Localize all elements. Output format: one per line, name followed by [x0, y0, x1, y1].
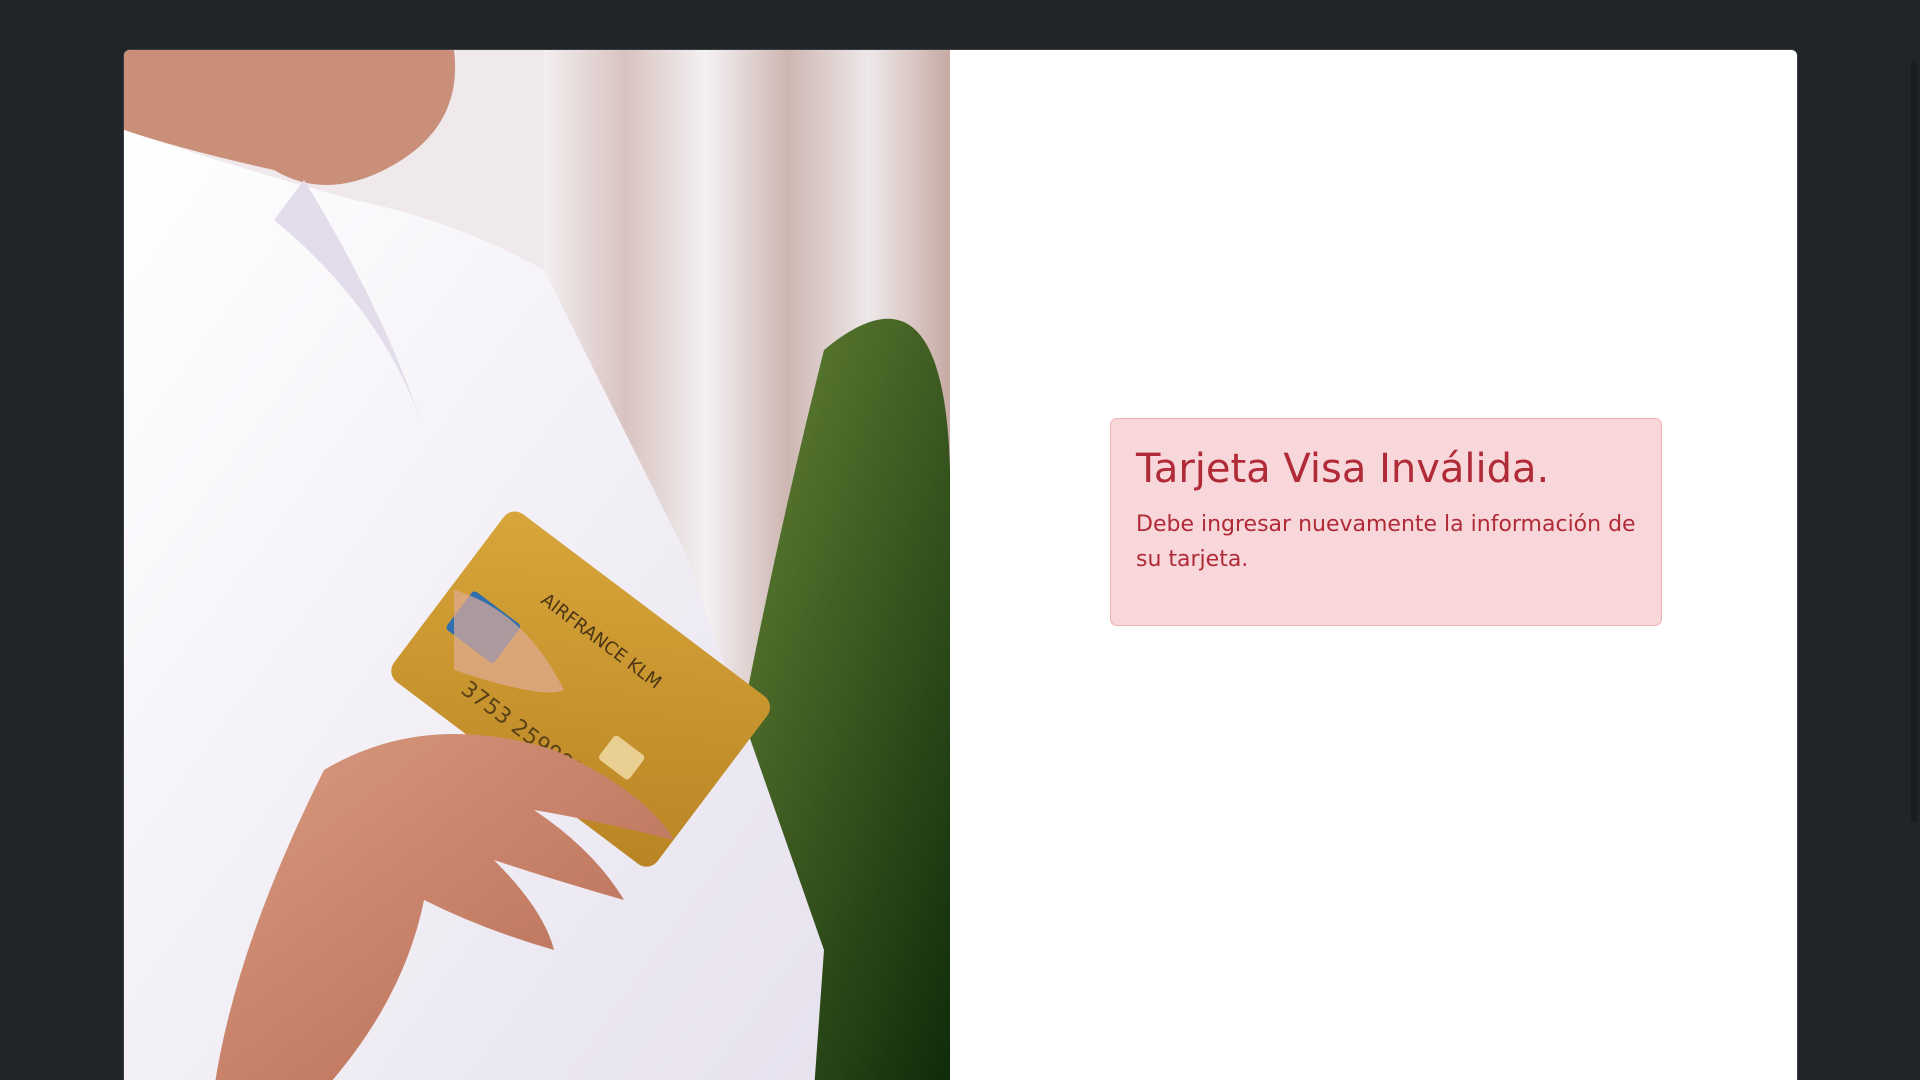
page: AIRFRANCE KLM 3753 259993 500 Tarjeta Vi… — [0, 0, 1920, 1080]
scrollbar-thumb[interactable] — [1911, 60, 1917, 822]
main-card: AIRFRANCE KLM 3753 259993 500 Tarjeta Vi… — [123, 49, 1798, 1080]
hero-image: AIRFRANCE KLM 3753 259993 500 — [124, 50, 950, 1080]
credit-card-photo-illustration: AIRFRANCE KLM 3753 259993 500 — [124, 50, 950, 1080]
alert-heading: Tarjeta Visa Inválida. — [1136, 446, 1550, 492]
alert-message: Debe ingresar nuevamente la información … — [1136, 512, 1636, 573]
page-scrollbar[interactable] — [1904, 0, 1920, 1080]
content-panel: Tarjeta Visa Inválida. Debe ingresar nue… — [950, 50, 1797, 1080]
invalid-card-alert: Tarjeta Visa Inválida. Debe ingresar nue… — [1110, 418, 1662, 626]
